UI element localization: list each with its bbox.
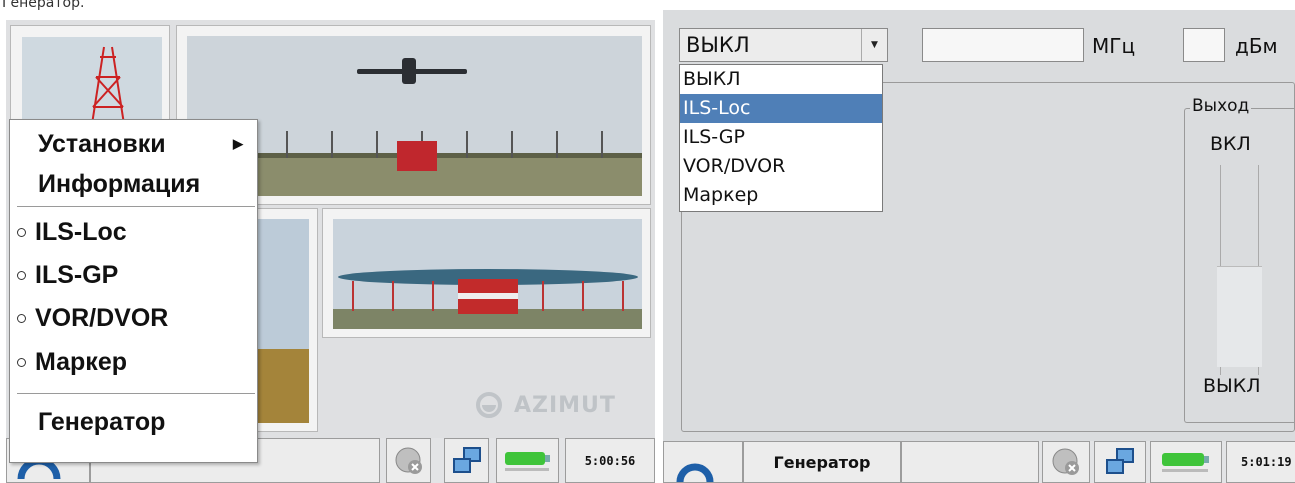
tile-vor[interactable] — [322, 208, 651, 338]
menu-item-vor-dvor-label: VOR/DVOR — [35, 303, 169, 332]
network-button[interactable] — [1042, 441, 1090, 483]
top-caption: Генератор. — [2, 0, 85, 10]
mode-select[interactable]: ВЫКЛ ▼ — [679, 28, 888, 62]
menu-separator — [17, 393, 255, 394]
frequency-input[interactable] — [922, 28, 1084, 62]
taskbar-generator[interactable]: Генератор — [743, 441, 901, 483]
clock: 5:01:19 — [1226, 441, 1295, 483]
menu-item-marker[interactable]: Маркер — [10, 342, 257, 382]
network-off-icon — [1052, 448, 1079, 475]
menu-item-generator-label: Генератор — [38, 407, 166, 436]
output-slider-handle[interactable] — [1217, 266, 1262, 367]
menu-item-generator[interactable]: Генератор — [10, 402, 257, 442]
context-menu: Установки ▶ Информация ILS-Loc ILS-GP VO… — [9, 119, 258, 463]
option-ils-gp[interactable]: ILS-GP — [680, 123, 882, 152]
start-button[interactable] — [663, 441, 743, 483]
submenu-arrow-icon: ▶ — [233, 136, 243, 151]
option-marker[interactable]: Маркер — [680, 181, 882, 210]
mode-dropdown-list: ВЫКЛ ILS-Loc ILS-GP VOR/DVOR Маркер — [679, 64, 883, 212]
power-input[interactable] — [1183, 28, 1225, 62]
menu-separator — [17, 206, 255, 207]
battery-icon — [1162, 453, 1209, 472]
azimut-logo-text: AZIMUT — [514, 392, 616, 418]
menu-item-info-label: Информация — [38, 169, 201, 198]
windows-button[interactable] — [444, 438, 489, 483]
menu-item-marker-label: Маркер — [35, 347, 127, 376]
azimut-logo: AZIMUT — [476, 392, 616, 418]
menu-item-settings-label: Установки — [38, 129, 166, 158]
output-off-label: ВЫКЛ — [1203, 375, 1261, 397]
output-on-label: ВКЛ — [1210, 133, 1251, 155]
menu-item-vor-dvor[interactable]: VOR/DVOR — [10, 298, 257, 338]
menu-item-ils-loc-label: ILS-Loc — [35, 217, 127, 246]
azimut-logo-icon — [476, 392, 502, 418]
taskbar-space — [901, 441, 1039, 483]
generator-screen: ВЫКЛ ▼ МГц дБм Выход ВКЛ ВЫКЛ ВЫКЛ ILS-L… — [663, 10, 1295, 483]
output-legend: Выход — [1190, 96, 1252, 116]
network-button[interactable] — [386, 438, 431, 483]
radio-icon — [17, 313, 26, 323]
menu-item-info[interactable]: Информация — [10, 164, 257, 204]
menu-item-ils-gp-label: ILS-GP — [35, 260, 119, 289]
chevron-down-icon[interactable]: ▼ — [861, 29, 887, 61]
radio-icon — [17, 270, 26, 280]
clock: 5:00:56 — [565, 438, 655, 483]
network-off-icon — [395, 447, 422, 474]
vor-photo — [333, 219, 642, 329]
main-screen: AZIMUT 5:00:56 Установки ▶ Информация IL… — [6, 20, 655, 483]
option-vor-dvor[interactable]: VOR/DVOR — [680, 152, 882, 181]
mode-select-value: ВЫКЛ — [686, 33, 750, 57]
option-off[interactable]: ВЫКЛ — [680, 65, 882, 94]
radio-icon — [17, 227, 26, 237]
power-unit: дБм — [1235, 34, 1278, 58]
battery-icon — [504, 451, 550, 471]
option-ils-loc[interactable]: ILS-Loc — [680, 94, 882, 123]
menu-item-ils-loc[interactable]: ILS-Loc — [10, 212, 257, 252]
menu-item-ils-gp[interactable]: ILS-GP — [10, 255, 257, 295]
radio-icon — [17, 357, 26, 367]
windows-button[interactable] — [1094, 441, 1146, 483]
frequency-unit: МГц — [1092, 34, 1136, 58]
status-bar: Генератор 5:01:19 — [663, 441, 1295, 483]
battery-indicator — [1150, 441, 1222, 483]
battery-indicator — [496, 438, 559, 483]
menu-item-settings[interactable]: Установки ▶ — [10, 124, 257, 164]
windows-switch-icon — [1106, 448, 1134, 474]
windows-switch-icon — [452, 446, 481, 473]
azimut-start-icon — [676, 463, 714, 483]
